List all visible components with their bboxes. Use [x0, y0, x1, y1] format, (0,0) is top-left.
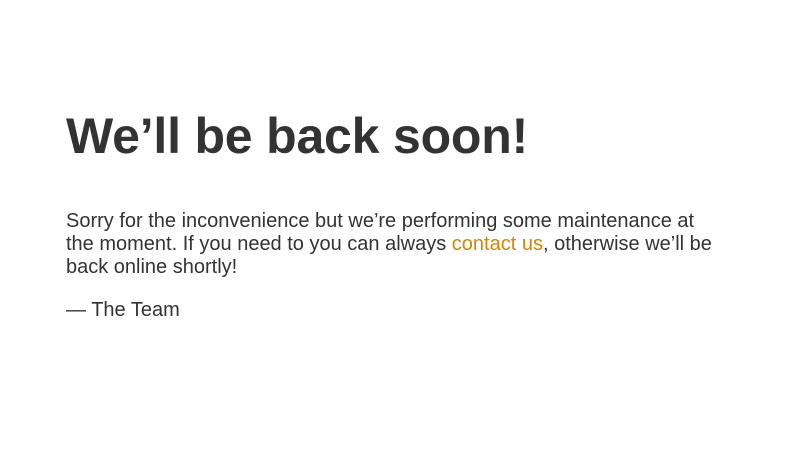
page-title: We’ll be back soon! — [66, 108, 529, 164]
maintenance-article: We’ll be back soon! Sorry for the inconv… — [66, 108, 726, 322]
contact-us-link[interactable]: contact us — [452, 233, 543, 255]
message-body: Sorry for the inconvenience but we’re pe… — [66, 210, 726, 322]
maintenance-message: Sorry for the inconvenience but we’re pe… — [66, 210, 726, 279]
team-signature: — The Team — [66, 299, 180, 321]
